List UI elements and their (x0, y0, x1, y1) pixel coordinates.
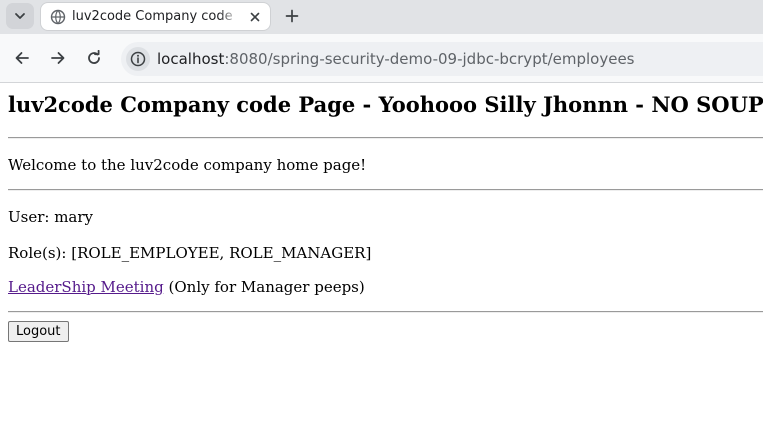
plus-icon (285, 9, 299, 23)
new-tab-button[interactable] (282, 6, 302, 26)
user-line: User: mary (8, 208, 94, 226)
close-icon[interactable] (247, 9, 263, 25)
leadership-meeting-link[interactable]: LeaderShip Meeting (8, 278, 164, 296)
url-text[interactable]: localhost:8080/spring-security-demo-09-j… (157, 50, 635, 68)
roles-line: Role(s): [ROLE_EMPLOYEE, ROLE_MANAGER] (8, 244, 372, 262)
browser-toolbar: localhost:8080/spring-security-demo-09-j… (0, 34, 763, 82)
reload-button[interactable] (83, 47, 105, 69)
tab-list-button[interactable] (6, 3, 34, 29)
leadership-note: (Only for Manager peeps) (168, 278, 365, 296)
tab-title-fade (219, 7, 239, 27)
chevron-down-icon (15, 13, 25, 19)
divider (8, 189, 763, 191)
page-content: luv2code Company code Page - Yoohooo Sil… (0, 83, 763, 435)
back-button[interactable] (11, 47, 33, 69)
globe-icon (50, 9, 66, 25)
url-path: :8080/spring-security-demo-09-jdbc-bcryp… (224, 50, 635, 68)
page-title: luv2code Company code Page - Yoohooo Sil… (8, 92, 763, 117)
browser-tab-active[interactable]: luv2code Company code Page (40, 2, 271, 31)
divider (8, 311, 763, 313)
arrow-right-icon (51, 52, 65, 64)
divider (8, 137, 763, 139)
leadership-paragraph: LeaderShip Meeting (Only for Manager pee… (8, 277, 365, 297)
reload-icon (88, 50, 100, 64)
url-host: localhost (157, 50, 225, 68)
logout-button[interactable]: Logout (8, 321, 69, 342)
arrow-left-icon (15, 52, 29, 64)
forward-button[interactable] (47, 47, 69, 69)
address-bar[interactable]: localhost:8080/spring-security-demo-09-j… (121, 42, 763, 76)
tab-strip: luv2code Company code Page (0, 0, 763, 34)
info-icon[interactable] (126, 47, 150, 71)
welcome-text: Welcome to the luv2code company home pag… (8, 156, 367, 174)
tab-title: luv2code Company code Page (72, 9, 234, 24)
